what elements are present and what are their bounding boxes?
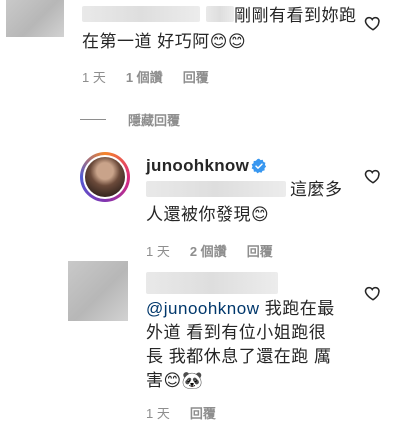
username[interactable]: junoohknow <box>146 156 249 176</box>
comment-text-rest: 我跑在最 <box>259 299 335 318</box>
comment-text-line1: 這麼多 <box>290 180 343 199</box>
username-redacted[interactable] <box>82 6 200 22</box>
comment-text-line1: @junoohknow 我跑在最 <box>146 297 335 321</box>
likes-count[interactable]: 1 個讚 <box>126 67 163 86</box>
heart-outline-icon[interactable] <box>364 284 382 302</box>
reply-1: junoohknow 這麼多 人還被你發現😊 1 天 2 個讚 回覆 <box>0 140 409 260</box>
comment-1: 剛剛有看到妳跑 在第一道 好巧阿😊😊 1 天 1 個讚 回覆 <box>0 0 409 100</box>
comment-text-line2: 人還被你發現😊 <box>146 205 270 224</box>
comment-text-line2: 在第一道 好巧阿😊😊 <box>82 32 247 51</box>
divider-line <box>80 119 106 120</box>
comment-text-line4: 害😊🐼 <box>146 371 204 390</box>
username-redacted[interactable] <box>146 272 278 294</box>
text-redacted <box>206 6 234 22</box>
mention-link[interactable]: @junoohknow <box>146 299 260 318</box>
reply-button[interactable]: 回覆 <box>190 403 216 422</box>
avatar[interactable] <box>68 261 128 321</box>
comment-meta: 1 天 1 個讚 回覆 <box>82 67 209 86</box>
reply-2: @junoohknow 我跑在最 外道 看到有位小姐跑很 長 我都休息了還在跑 … <box>0 258 409 433</box>
timestamp[interactable]: 1 天 <box>82 67 106 86</box>
timestamp[interactable]: 1 天 <box>146 403 170 422</box>
comment-text-line1: 剛剛有看到妳跑 <box>234 6 357 25</box>
avatar[interactable] <box>80 152 130 202</box>
comment-text-line2: 外道 看到有位小姐跑很 <box>146 323 327 342</box>
text-redacted <box>146 181 286 197</box>
hide-replies-toggle[interactable]: 隱藏回覆 <box>80 110 180 129</box>
heart-outline-icon[interactable] <box>364 167 382 185</box>
verified-badge-icon <box>251 158 267 174</box>
comment-meta: 1 天 回覆 <box>146 403 216 422</box>
avatar[interactable] <box>6 0 64 37</box>
heart-outline-icon[interactable] <box>364 14 382 32</box>
comment-text-line3: 長 我都休息了還在跑 厲 <box>146 347 332 366</box>
reply-button[interactable]: 回覆 <box>183 67 209 86</box>
hide-replies-label: 隱藏回覆 <box>128 113 181 128</box>
